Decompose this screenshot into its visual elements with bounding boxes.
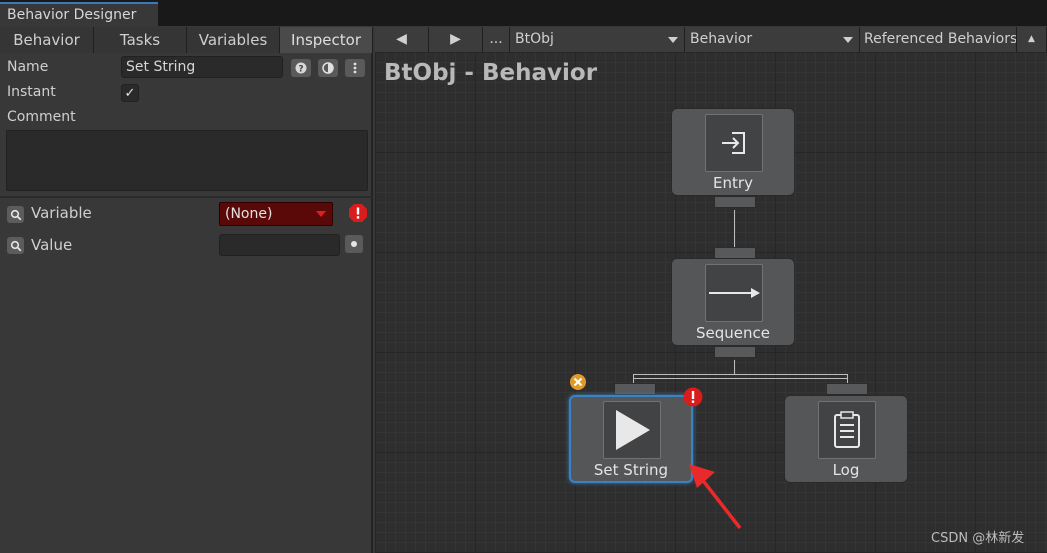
arrow-right-icon: ▶ [450,31,461,47]
referenced-behaviors-value: Referenced Behaviors [864,31,1017,47]
entry-node[interactable]: Entry [671,108,795,196]
inspector-panel: Name Set String ? Instant ✓ Comment Vari… [0,53,373,553]
prev-button[interactable]: ◀ [375,27,429,52]
tab-inspector[interactable]: Inspector [280,27,373,53]
value-options-button[interactable] [345,235,363,253]
magnifier-icon [10,240,21,251]
log-icon-box [818,401,876,459]
entry-icon-box [705,114,763,172]
dot-icon [351,241,357,247]
value-search-button[interactable] [7,237,24,254]
tab-tasks[interactable]: Tasks [94,27,187,53]
set-string-node[interactable]: Set String [569,395,693,483]
wire-horizontal-bottom [633,378,847,379]
wire-entry-sequence [734,210,735,248]
variable-search-button[interactable] [7,206,24,223]
toggle-button[interactable] [318,59,338,77]
error-icon [683,387,703,407]
overflow-button[interactable]: ▲ [1017,27,1047,52]
setstring-in-connector[interactable] [614,383,656,395]
wire-sequence-down [734,360,735,374]
node-label: Entry [713,174,753,192]
object-dropdown[interactable]: BtObj [510,27,685,52]
graph-toolbar: ◀ ▶ ... BtObj Behavior Referenced Behavi… [375,27,1047,52]
variable-dropdown[interactable]: (None) [219,202,333,226]
node-label: Sequence [696,324,770,342]
log-node[interactable]: Log [784,395,908,483]
clipboard-icon [834,411,860,448]
chevron-down-icon [668,37,678,43]
log-in-connector[interactable] [826,383,868,395]
magnifier-icon [10,209,21,220]
sequence-node[interactable]: Sequence [671,258,795,346]
contrast-icon [322,62,334,74]
instant-checkbox[interactable]: ✓ [121,84,139,102]
kebab-menu-icon [353,62,357,74]
object-dropdown-value: BtObj [515,31,554,47]
arrow-left-icon: ◀ [396,31,407,47]
set-string-icon-box [603,401,661,459]
graph-canvas[interactable]: BtObj - Behavior Entry Sequence Set Stri… [375,52,1047,553]
window-tab[interactable]: Behavior Designer [0,2,158,26]
variable-label: Variable [31,204,92,222]
sequence-icon-box [705,264,763,322]
name-label: Name [7,59,49,75]
window-title-bar: Behavior Designer [0,0,1047,26]
comment-textarea[interactable] [6,130,368,191]
sequence-out-connector[interactable] [714,346,756,358]
entry-out-connector[interactable] [714,196,756,208]
help-icon: ? [295,62,307,74]
tab-variables[interactable]: Variables [187,27,280,53]
instant-label: Instant [7,84,56,100]
section-divider [0,196,373,198]
inspector-tab-bar: Behavior Tasks Variables Inspector [0,27,373,53]
checkmark-icon: ✓ [124,85,136,101]
arrow-right-icon [709,288,760,298]
graph-title: BtObj - Behavior [384,60,598,86]
referenced-behaviors-dropdown[interactable]: Referenced Behaviors [860,27,1017,52]
behavior-dropdown[interactable]: Behavior [685,27,860,52]
node-label: Set String [593,461,669,479]
value-input[interactable] [219,234,340,256]
value-label: Value [31,236,73,254]
chevron-down-icon [316,211,326,217]
chevron-down-icon [843,37,853,43]
entry-icon [722,132,745,154]
variable-dropdown-value: (None) [225,206,273,222]
next-button[interactable]: ▶ [429,27,483,52]
play-icon [616,410,650,450]
triangle-up-icon: ▲ [1028,34,1035,44]
node-label: Log [832,461,860,479]
more-button[interactable]: ... [483,27,510,52]
comment-label: Comment [7,109,76,125]
annotation-arrow-icon [689,464,742,530]
error-icon [349,204,367,222]
wire-horizontal-top [633,374,847,375]
svg-text:?: ? [298,65,303,75]
help-button[interactable]: ? [291,59,311,77]
watermark: CSDN @林新发 [931,531,1025,546]
remove-icon[interactable] [569,373,587,391]
behavior-dropdown-value: Behavior [690,31,753,47]
name-input[interactable]: Set String [121,56,283,78]
options-button[interactable] [345,59,365,77]
tab-behavior[interactable]: Behavior [0,27,94,53]
